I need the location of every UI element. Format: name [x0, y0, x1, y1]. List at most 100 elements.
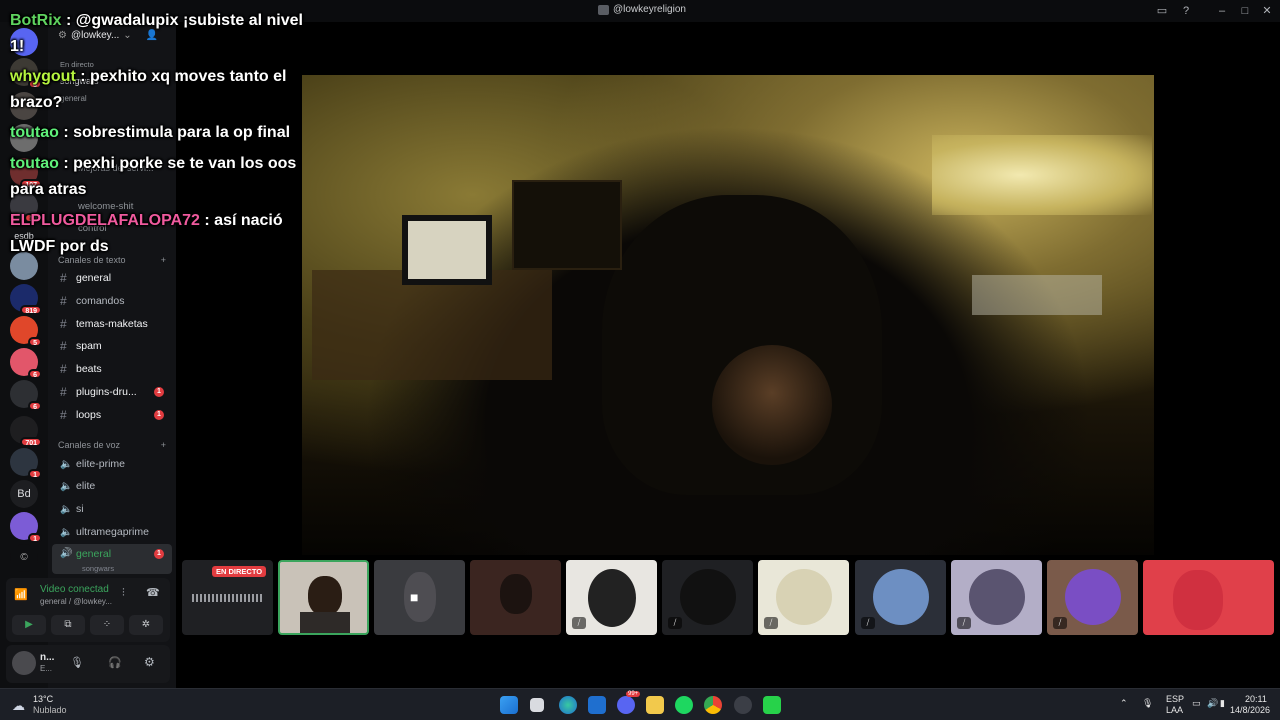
minimize-button[interactable]: –	[1214, 3, 1230, 19]
activities-button[interactable]: ⁘	[90, 615, 124, 635]
disconnect-icon[interactable]: ☎	[146, 586, 160, 599]
chat-separator: :	[199, 212, 215, 229]
add-channel-icon[interactable]: +	[161, 440, 166, 450]
text-channel-plugins[interactable]: # plugins-dru... 1	[52, 382, 172, 402]
muted-icon: ⧸	[668, 617, 682, 629]
keyboard-layout[interactable]: LAA	[1166, 705, 1183, 715]
tile-participant-6[interactable]: ⧸	[758, 560, 849, 635]
server-icon-bd[interactable]: Bd	[10, 480, 38, 508]
tile-participant-9[interactable]: ⧸	[1047, 560, 1138, 635]
voice-connection-panel: 📶 Video conectad general / @lowkey... ⫶ …	[6, 578, 170, 642]
weather-temp[interactable]: 13°C	[33, 694, 53, 704]
task-view-icon[interactable]	[530, 698, 544, 712]
text-channel-beats[interactable]: # beats	[52, 359, 172, 379]
channel-label: ultramegaprime	[76, 526, 149, 538]
clock-time[interactable]: 20:11	[1245, 694, 1267, 704]
chevron-up-icon[interactable]: ⌃	[1120, 698, 1128, 709]
chat-message: ELPLUGDELAFALOPA72 : así nació LWDF por …	[10, 208, 310, 260]
server-icon-10[interactable]: 6	[10, 380, 42, 411]
lamp-light	[932, 135, 1152, 215]
server-icon-11[interactable]: 701	[10, 416, 42, 447]
tile-live-stream[interactable]: EN DIRECTO	[182, 560, 273, 635]
edge-icon[interactable]	[559, 696, 577, 714]
server-icon-7[interactable]: 819	[10, 284, 42, 315]
tile-participant-3[interactable]	[470, 560, 561, 635]
voice-channel-si[interactable]: 🔈 si	[52, 499, 172, 519]
tile-participant-8[interactable]: ⧸	[951, 560, 1042, 635]
chrome-icon[interactable]	[704, 696, 722, 714]
battery-icon[interactable]: ▮	[1220, 698, 1225, 709]
avatar[interactable]	[12, 651, 36, 675]
mention-badge: 1	[154, 549, 164, 559]
voice-channel-ultramegaprime[interactable]: 🔈 ultramegaprime	[52, 522, 172, 542]
voice-channel-general[interactable]: 🔊 general songwars 1	[52, 544, 172, 574]
speaker-icon: 🔈	[60, 503, 73, 515]
chat-separator: :	[58, 124, 74, 141]
tile-participant-5[interactable]: ⧸	[662, 560, 753, 635]
speaker-icon: 🔈	[60, 480, 73, 492]
server-icon-12[interactable]: 1	[10, 448, 42, 479]
voice-channel-elite[interactable]: 🔈 elite	[52, 476, 172, 496]
mention-badge: 1	[154, 387, 164, 397]
channel-label: general	[76, 272, 112, 284]
kick-icon[interactable]	[763, 696, 781, 714]
voice-location[interactable]: general / @lowkey...	[40, 597, 112, 606]
voice-status: Video conectad	[40, 584, 109, 595]
maximize-button[interactable]: □	[1237, 3, 1253, 19]
microphone-icon[interactable]: 🎙	[70, 656, 84, 669]
text-channel-general[interactable]: # general	[52, 268, 172, 288]
tile-participant-4[interactable]: ⧸	[566, 560, 657, 635]
voice-channel-elite-prime[interactable]: 🔈 elite-prime	[52, 454, 172, 474]
chat-separator: :	[58, 155, 74, 172]
speaker-icon: 🔊	[60, 548, 73, 559]
server-icon-14[interactable]: ©	[10, 544, 38, 572]
clock-date[interactable]: 14/8/2026	[1230, 705, 1270, 715]
channel-label: elite-prime	[76, 458, 126, 470]
channel-label: plugins-dru...	[76, 386, 137, 398]
obs-icon[interactable]	[734, 696, 752, 714]
tile-participant-1[interactable]	[278, 560, 369, 635]
help-icon[interactable]: ?	[1178, 3, 1194, 19]
text-channel-spam[interactable]: # spam	[52, 336, 172, 356]
headphones-icon[interactable]: 🎧	[108, 656, 122, 669]
inbox-icon[interactable]: ▭	[1154, 3, 1170, 19]
windows-taskbar: ☁ 13°C Nublado 99+ ⌃ 🎙 ESP LAA ▭ 🔊 ▮ 20:…	[0, 688, 1280, 720]
server-badge: 1	[28, 469, 42, 479]
participant-body	[300, 612, 350, 633]
microphone-tray-icon[interactable]: 🎙	[1142, 698, 1153, 709]
tile-participant-10[interactable]	[1143, 560, 1274, 635]
server-badge: 5	[28, 337, 42, 347]
volume-icon[interactable]: 🔊	[1207, 698, 1218, 709]
wall-shelf	[312, 270, 552, 380]
text-channel-temas-maketas[interactable]: # temas-maketas	[52, 314, 172, 334]
server-icon-13[interactable]: 1	[10, 512, 42, 543]
file-explorer-icon[interactable]	[646, 696, 664, 714]
text-channel-comandos[interactable]: # comandos	[52, 291, 172, 311]
start-menu-icon[interactable]	[500, 696, 518, 714]
voice-category-header[interactable]: Canales de voz +	[58, 440, 166, 450]
server-icon-8[interactable]: 5	[10, 316, 42, 347]
server-icon-9[interactable]: 6	[10, 348, 42, 379]
weather-desc[interactable]: Nublado	[33, 705, 67, 715]
muted-icon: ⧸	[861, 617, 875, 629]
close-button[interactable]: ✕	[1259, 3, 1275, 19]
discord-icon[interactable]: 99+	[617, 691, 641, 714]
user-panel: n... E... 🎙 🎧 ⚙	[6, 645, 170, 683]
user-settings-icon[interactable]: ⚙	[144, 655, 155, 669]
server-badge: 6	[28, 369, 42, 379]
main-video-feed[interactable]	[302, 75, 1154, 555]
muted-icon: ⧸	[957, 617, 971, 629]
network-icon[interactable]: ▭	[1192, 698, 1201, 709]
screen-share-button[interactable]: ⧉	[51, 615, 85, 635]
text-channel-loops[interactable]: # loops 1	[52, 405, 172, 425]
outlook-icon[interactable]	[588, 696, 606, 714]
soundboard-button[interactable]: ✲	[129, 615, 163, 635]
language-code[interactable]: ESP	[1166, 694, 1184, 704]
camera-button[interactable]: ▶	[12, 615, 46, 635]
muted-icon: ⧸	[1053, 617, 1067, 629]
window-app-icon	[598, 4, 609, 15]
tile-participant-2[interactable]: ■	[374, 560, 465, 635]
tile-participant-7[interactable]: ⧸	[855, 560, 946, 635]
noise-suppression-icon[interactable]: ⫶	[122, 587, 125, 600]
spotify-icon[interactable]	[675, 696, 693, 714]
